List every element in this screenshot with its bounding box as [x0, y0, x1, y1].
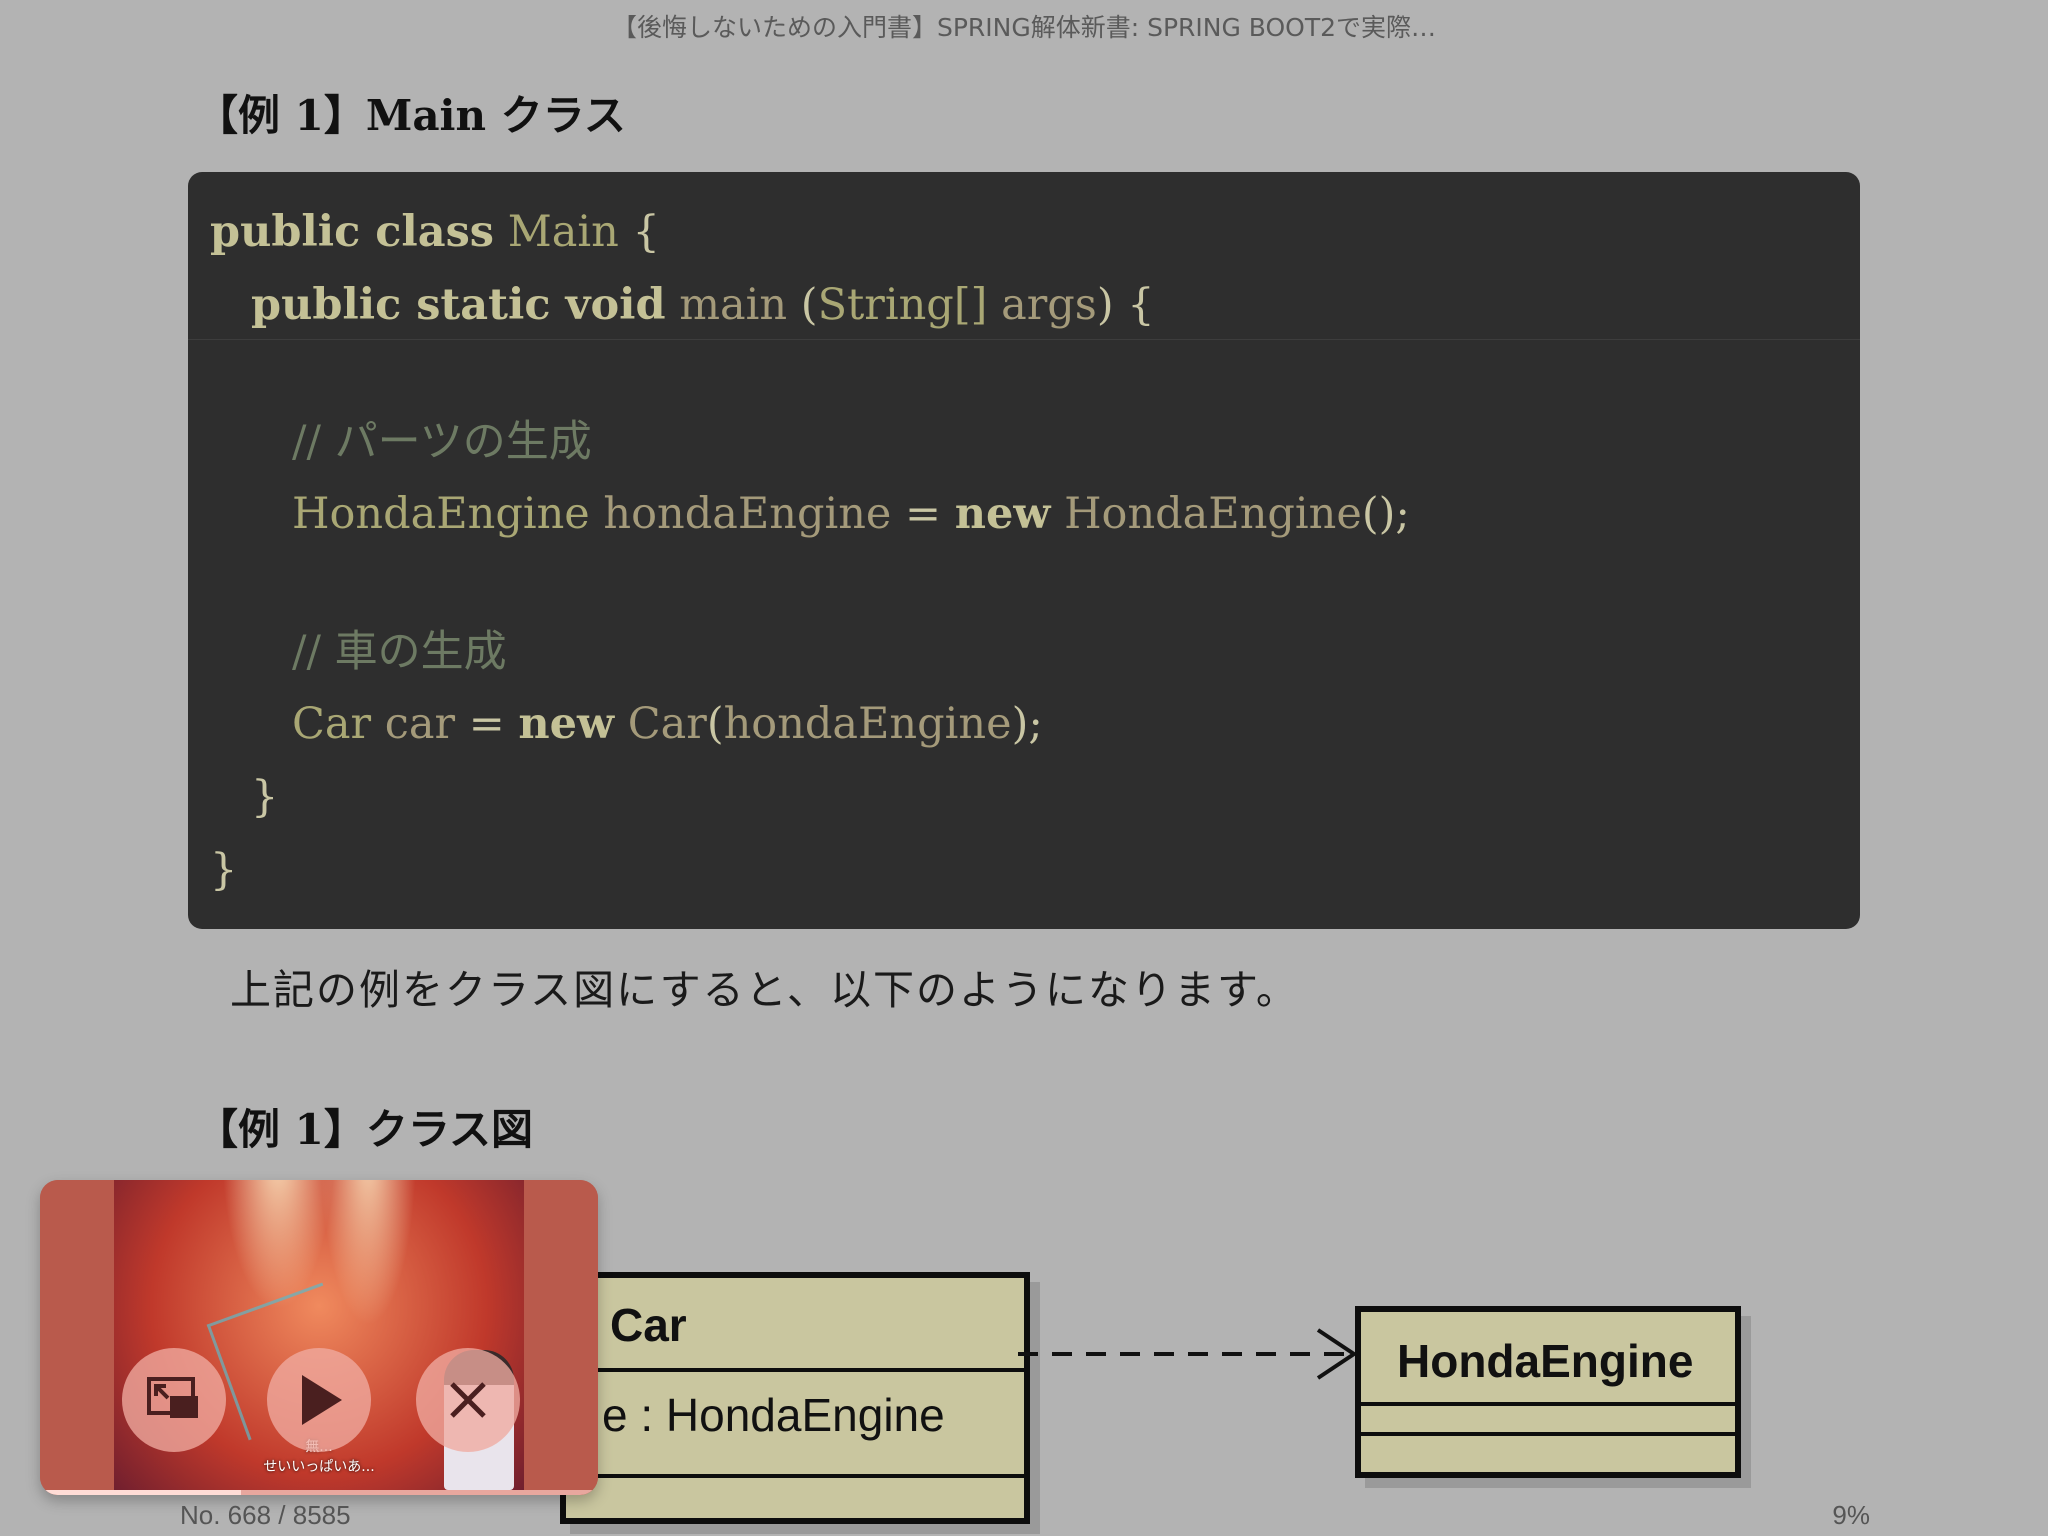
book-location: No. 668 / 8585 [180, 1500, 351, 1530]
punctuation: (); [1361, 489, 1410, 539]
type-name: HondaEngine [292, 489, 590, 539]
close-icon [450, 1382, 486, 1418]
code-line-1: public class Main { [210, 202, 660, 262]
punctuation: { [632, 207, 660, 257]
code-line-7: } [251, 772, 279, 822]
uml-divider [1361, 1402, 1735, 1406]
expand-window-icon [147, 1377, 198, 1418]
keyword: new [954, 489, 1051, 539]
uml-class-honda-engine: HondaEngine [1355, 1306, 1741, 1478]
video-progress-track[interactable] [40, 1490, 598, 1495]
type-name: String[] [817, 280, 988, 330]
identifier: args [1001, 280, 1097, 330]
code-block: public class Main { public static void m… [188, 172, 1860, 929]
book-title: 【後悔しないための入門書】SPRING解体新書: SPRING BOOT2で実際… [611, 13, 1437, 42]
code-line-5: // 車の生成 [292, 622, 507, 682]
uml-class-car: Car e : HondaEngine [560, 1272, 1030, 1524]
expand-button[interactable] [122, 1348, 226, 1452]
code-comment: // パーツの生成 [292, 417, 592, 467]
class-diagram: Car e : HondaEngine HondaEngine [560, 1220, 1820, 1524]
picture-in-picture-player[interactable]: 無... せいいっぱいあ... [40, 1180, 598, 1495]
uml-divider [1361, 1432, 1735, 1436]
punctuation: ) { [1096, 280, 1155, 330]
code-comment: // 車の生成 [292, 627, 507, 677]
identifier: car [384, 699, 456, 749]
uml-divider [566, 1474, 1024, 1478]
keyword: new [518, 699, 615, 749]
type-name: HondaEngine [1064, 489, 1362, 539]
reading-progress-percent: 9% [1832, 1500, 1870, 1530]
code-line-4: HondaEngine hondaEngine = new HondaEngin… [292, 484, 1410, 544]
class-name: Main [507, 207, 619, 257]
operator: = [468, 699, 505, 749]
section-heading-class-diagram: 【例 1】クラス図 [196, 1105, 534, 1154]
type-name: Car [627, 699, 707, 749]
code-line-6: Car car = new Car(hondaEngine); [292, 694, 1043, 754]
body-paragraph: 上記の例をクラス図にすると、以下のようになります。 [230, 966, 1299, 1014]
operator: = [905, 489, 942, 539]
play-icon [302, 1375, 342, 1425]
punctuation: ( [800, 280, 818, 330]
uml-divider [566, 1368, 1024, 1372]
uml-attribute: e : HondaEngine [602, 1389, 945, 1441]
type-name: Car [292, 699, 372, 749]
close-button[interactable] [416, 1348, 520, 1452]
section-heading-main-class: 【例 1】Main クラス [196, 91, 626, 140]
uml-class-name: HondaEngine [1397, 1335, 1694, 1387]
keyword: public class [210, 207, 495, 257]
code-line-3: // パーツの生成 [292, 412, 592, 472]
code-divider [188, 339, 1860, 340]
method-name: main [679, 280, 788, 330]
punctuation: ); [1011, 699, 1043, 749]
uml-class-name: Car [610, 1299, 687, 1351]
keyword: public static void [251, 280, 666, 330]
video-subtitle: せいいっぱいあ... [263, 1459, 375, 1475]
code-line-8: } [210, 845, 238, 895]
punctuation: ( [706, 699, 724, 749]
video-progress-fill [40, 1490, 241, 1495]
play-button[interactable] [267, 1348, 371, 1452]
code-line-2: public static void main (String[] args) … [251, 275, 1155, 335]
identifier: hondaEngine [603, 489, 892, 539]
identifier: hondaEngine [723, 699, 1012, 749]
dependency-arrow [1018, 1328, 1358, 1380]
